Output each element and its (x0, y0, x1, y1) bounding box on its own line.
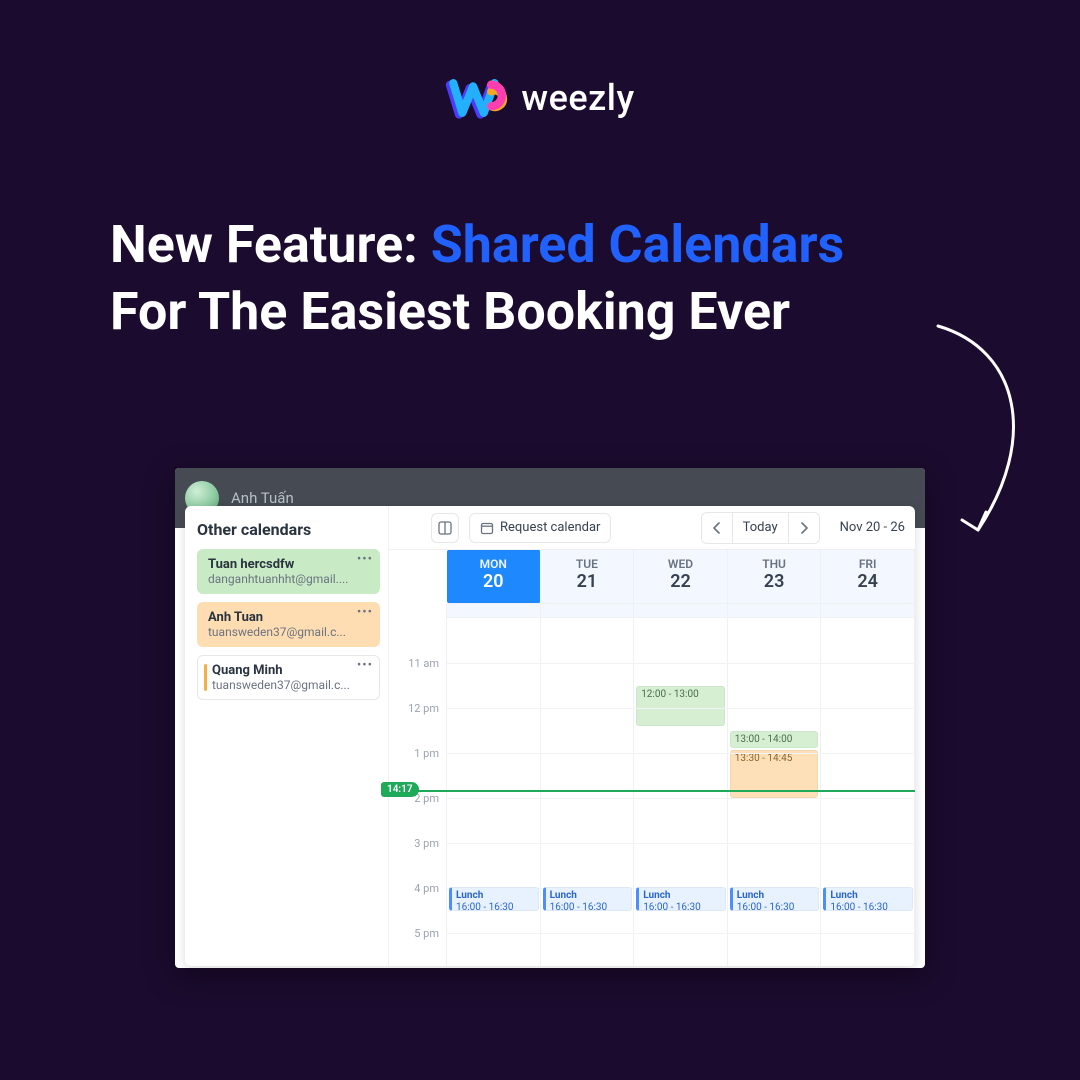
more-icon[interactable]: ••• (357, 658, 373, 673)
hour-label: 11 am (389, 657, 447, 670)
request-calendar-button[interactable]: Request calendar (469, 513, 611, 543)
sidebar-other-calendars: Other calendars ••• Tuan hercsdfw dangan… (185, 506, 389, 966)
calendar-event[interactable]: 12:00 - 13:00 (636, 686, 725, 726)
calendar-panel: Other calendars ••• Tuan hercsdfw dangan… (185, 506, 915, 966)
calendar-event-lunch[interactable]: Lunch16:00 - 16:30 (636, 887, 726, 911)
hour-label: 4 pm (389, 882, 447, 895)
page-headline: New Feature: Shared Calendars For The Ea… (110, 212, 970, 345)
headline-accent: Shared Calendars (431, 214, 845, 275)
day-header-num: 21 (541, 571, 634, 592)
calendar-toolbar: Request calendar Today (389, 506, 915, 550)
brand-lockup: weezly (0, 0, 1080, 124)
calendar-card[interactable]: ••• Anh Tuan tuansweden37@gmail.c... (197, 602, 380, 647)
now-indicator: 14:17 (381, 782, 419, 797)
calendar-card-name: Quang Minh (212, 663, 371, 678)
request-calendar-label: Request calendar (500, 520, 600, 535)
calendar-card-name: Anh Tuan (208, 610, 371, 625)
calendar-event-lunch[interactable]: Lunch16:00 - 16:30 (823, 887, 913, 911)
calendar-event-lunch[interactable]: Lunch16:00 - 16:30 (449, 887, 539, 911)
more-icon[interactable]: ••• (357, 552, 373, 567)
app-screenshot: Anh Tuấn Other calendars ••• Tuan hercsd… (175, 468, 925, 968)
prev-button[interactable] (702, 513, 732, 543)
day-header-num: 24 (821, 571, 914, 592)
more-icon[interactable]: ••• (357, 605, 373, 620)
hour-label: 5 pm (389, 927, 447, 940)
calendar-grid[interactable]: MON 20 TUE 21 WED 22 THU 23 (389, 550, 915, 966)
calendar-event-lunch[interactable]: Lunch16:00 - 16:30 (543, 887, 633, 911)
arrow-illustration (920, 320, 1030, 550)
chevron-right-icon (799, 522, 809, 534)
date-nav: Today (701, 512, 820, 544)
day-header-num: 22 (634, 571, 727, 592)
layout-toggle-button[interactable] (431, 513, 459, 543)
hour-label: 12 pm (389, 702, 447, 715)
calendar-card-email: tuansweden37@gmail.c... (212, 678, 371, 692)
day-header-dow: THU (728, 557, 821, 571)
day-column-thu[interactable]: 13:00 - 14:00 13:30 - 14:45 (728, 604, 822, 966)
day-header[interactable]: WED 22 (634, 550, 728, 603)
hour-label: 3 pm (389, 837, 447, 850)
calendar-card[interactable]: ••• Quang Minh tuansweden37@gmail.c... (197, 655, 380, 700)
brand-wordmark: weezly (521, 77, 634, 119)
calendar-plus-icon (480, 521, 494, 535)
day-column-tue[interactable] (541, 604, 635, 966)
day-column-mon[interactable] (447, 604, 541, 966)
sidebar-title: Other calendars (197, 520, 380, 539)
calendar-event-lunch[interactable]: Lunch16:00 - 16:30 (730, 887, 820, 911)
headline-part2: For The Easiest Booking Ever (110, 281, 790, 342)
day-header-dow: FRI (821, 557, 914, 571)
day-header[interactable]: FRI 24 (821, 550, 915, 603)
calendar-card-name: Tuan hercsdfw (208, 557, 371, 572)
day-header-num: 20 (447, 571, 540, 592)
columns-icon (438, 521, 452, 535)
next-button[interactable] (788, 513, 819, 543)
day-header[interactable]: THU 23 (728, 550, 822, 603)
brand-logo-icon (445, 72, 511, 124)
today-button[interactable]: Today (732, 513, 788, 543)
day-column-fri[interactable] (821, 604, 915, 966)
day-column-wed[interactable]: 12:00 - 13:00 (634, 604, 728, 966)
topbar-user-name: Anh Tuấn (231, 489, 294, 507)
calendar-card[interactable]: ••• Tuan hercsdfw danganhtuanhht@gmail..… (197, 549, 380, 594)
day-header[interactable]: MON 20 (447, 550, 541, 603)
day-header-dow: TUE (541, 557, 634, 571)
calendar-card-email: tuansweden37@gmail.c... (208, 625, 371, 639)
chevron-left-icon (712, 522, 722, 534)
day-header-dow: WED (634, 557, 727, 571)
headline-part1: New Feature: (110, 214, 431, 275)
day-header[interactable]: TUE 21 (541, 550, 635, 603)
hour-label: 1 pm (389, 747, 447, 760)
day-header-dow: MON (447, 557, 540, 571)
calendar-event[interactable]: 13:00 - 14:00 (730, 731, 819, 748)
date-range-label: Nov 20 - 26 (830, 520, 909, 535)
day-header-num: 23 (728, 571, 821, 592)
calendar-card-email: danganhtuanhht@gmail.... (208, 572, 371, 586)
